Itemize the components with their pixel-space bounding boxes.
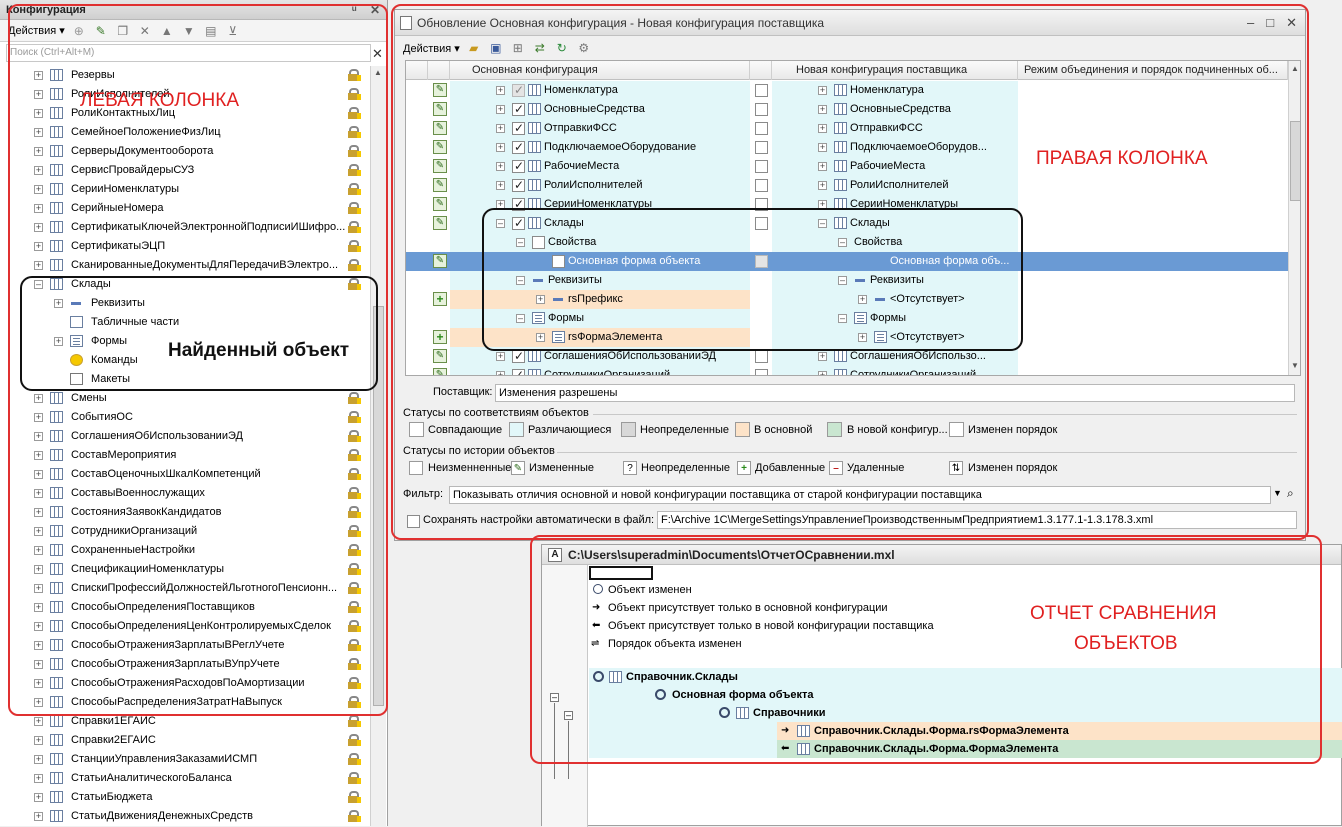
support-lock-icon	[348, 772, 362, 785]
tree-item-label: СтанцииУправленияЗаказамиИСМП	[71, 753, 258, 765]
support-lock-icon	[348, 791, 362, 804]
support-lock-icon	[348, 810, 362, 823]
support-lock-icon	[348, 753, 362, 766]
annotation-report-line2: ОБЪЕКТОВ	[1074, 633, 1178, 654]
report-highlight	[530, 535, 1322, 764]
expand-icon[interactable]: +	[34, 755, 43, 764]
catalog-icon	[50, 810, 63, 822]
support-lock-icon	[348, 734, 362, 747]
catalog-icon	[50, 715, 63, 727]
expand-icon[interactable]: +	[34, 736, 43, 745]
tree-item-label: Справки2ЕГАИС	[71, 734, 156, 746]
tree-item[interactable]: + СтатьиАналитическогоБаланса	[0, 769, 370, 788]
catalog-icon	[50, 772, 63, 784]
tree-item[interactable]: + Справки2ЕГАИС	[0, 731, 370, 750]
support-lock-icon	[348, 715, 362, 728]
annotation-found-object: Найденный объект	[168, 340, 350, 361]
found-object-highlight-left	[20, 276, 378, 391]
expand-icon[interactable]: +	[34, 793, 43, 802]
expand-icon[interactable]: +	[34, 717, 43, 726]
tree-item[interactable]: + СтатьиДвиженияДенежныхСредств	[0, 807, 370, 826]
found-object-highlight-right	[482, 208, 1023, 351]
annotation-right-column: ПРАВАЯ КОЛОНКА	[1036, 148, 1208, 169]
catalog-icon	[50, 753, 63, 765]
tree-item[interactable]: + СтатьиБюджета	[0, 788, 370, 807]
tree-item-label: СтатьиБюджета	[71, 791, 153, 803]
tree-item-label: СтатьиАналитическогоБаланса	[71, 772, 232, 784]
annotation-report-line1: ОТЧЕТ СРАВНЕНИЯ	[1030, 603, 1217, 624]
tree-item[interactable]: + СтанцииУправленияЗаказамиИСМП	[0, 750, 370, 769]
expand-icon[interactable]: +	[34, 774, 43, 783]
catalog-icon	[50, 734, 63, 746]
tree-item-label: СтатьиДвиженияДенежныхСредств	[71, 810, 253, 822]
catalog-icon	[50, 791, 63, 803]
expand-icon[interactable]: +	[34, 812, 43, 821]
annotation-left-column: ЛЕВАЯ КОЛОНКА	[80, 90, 239, 111]
